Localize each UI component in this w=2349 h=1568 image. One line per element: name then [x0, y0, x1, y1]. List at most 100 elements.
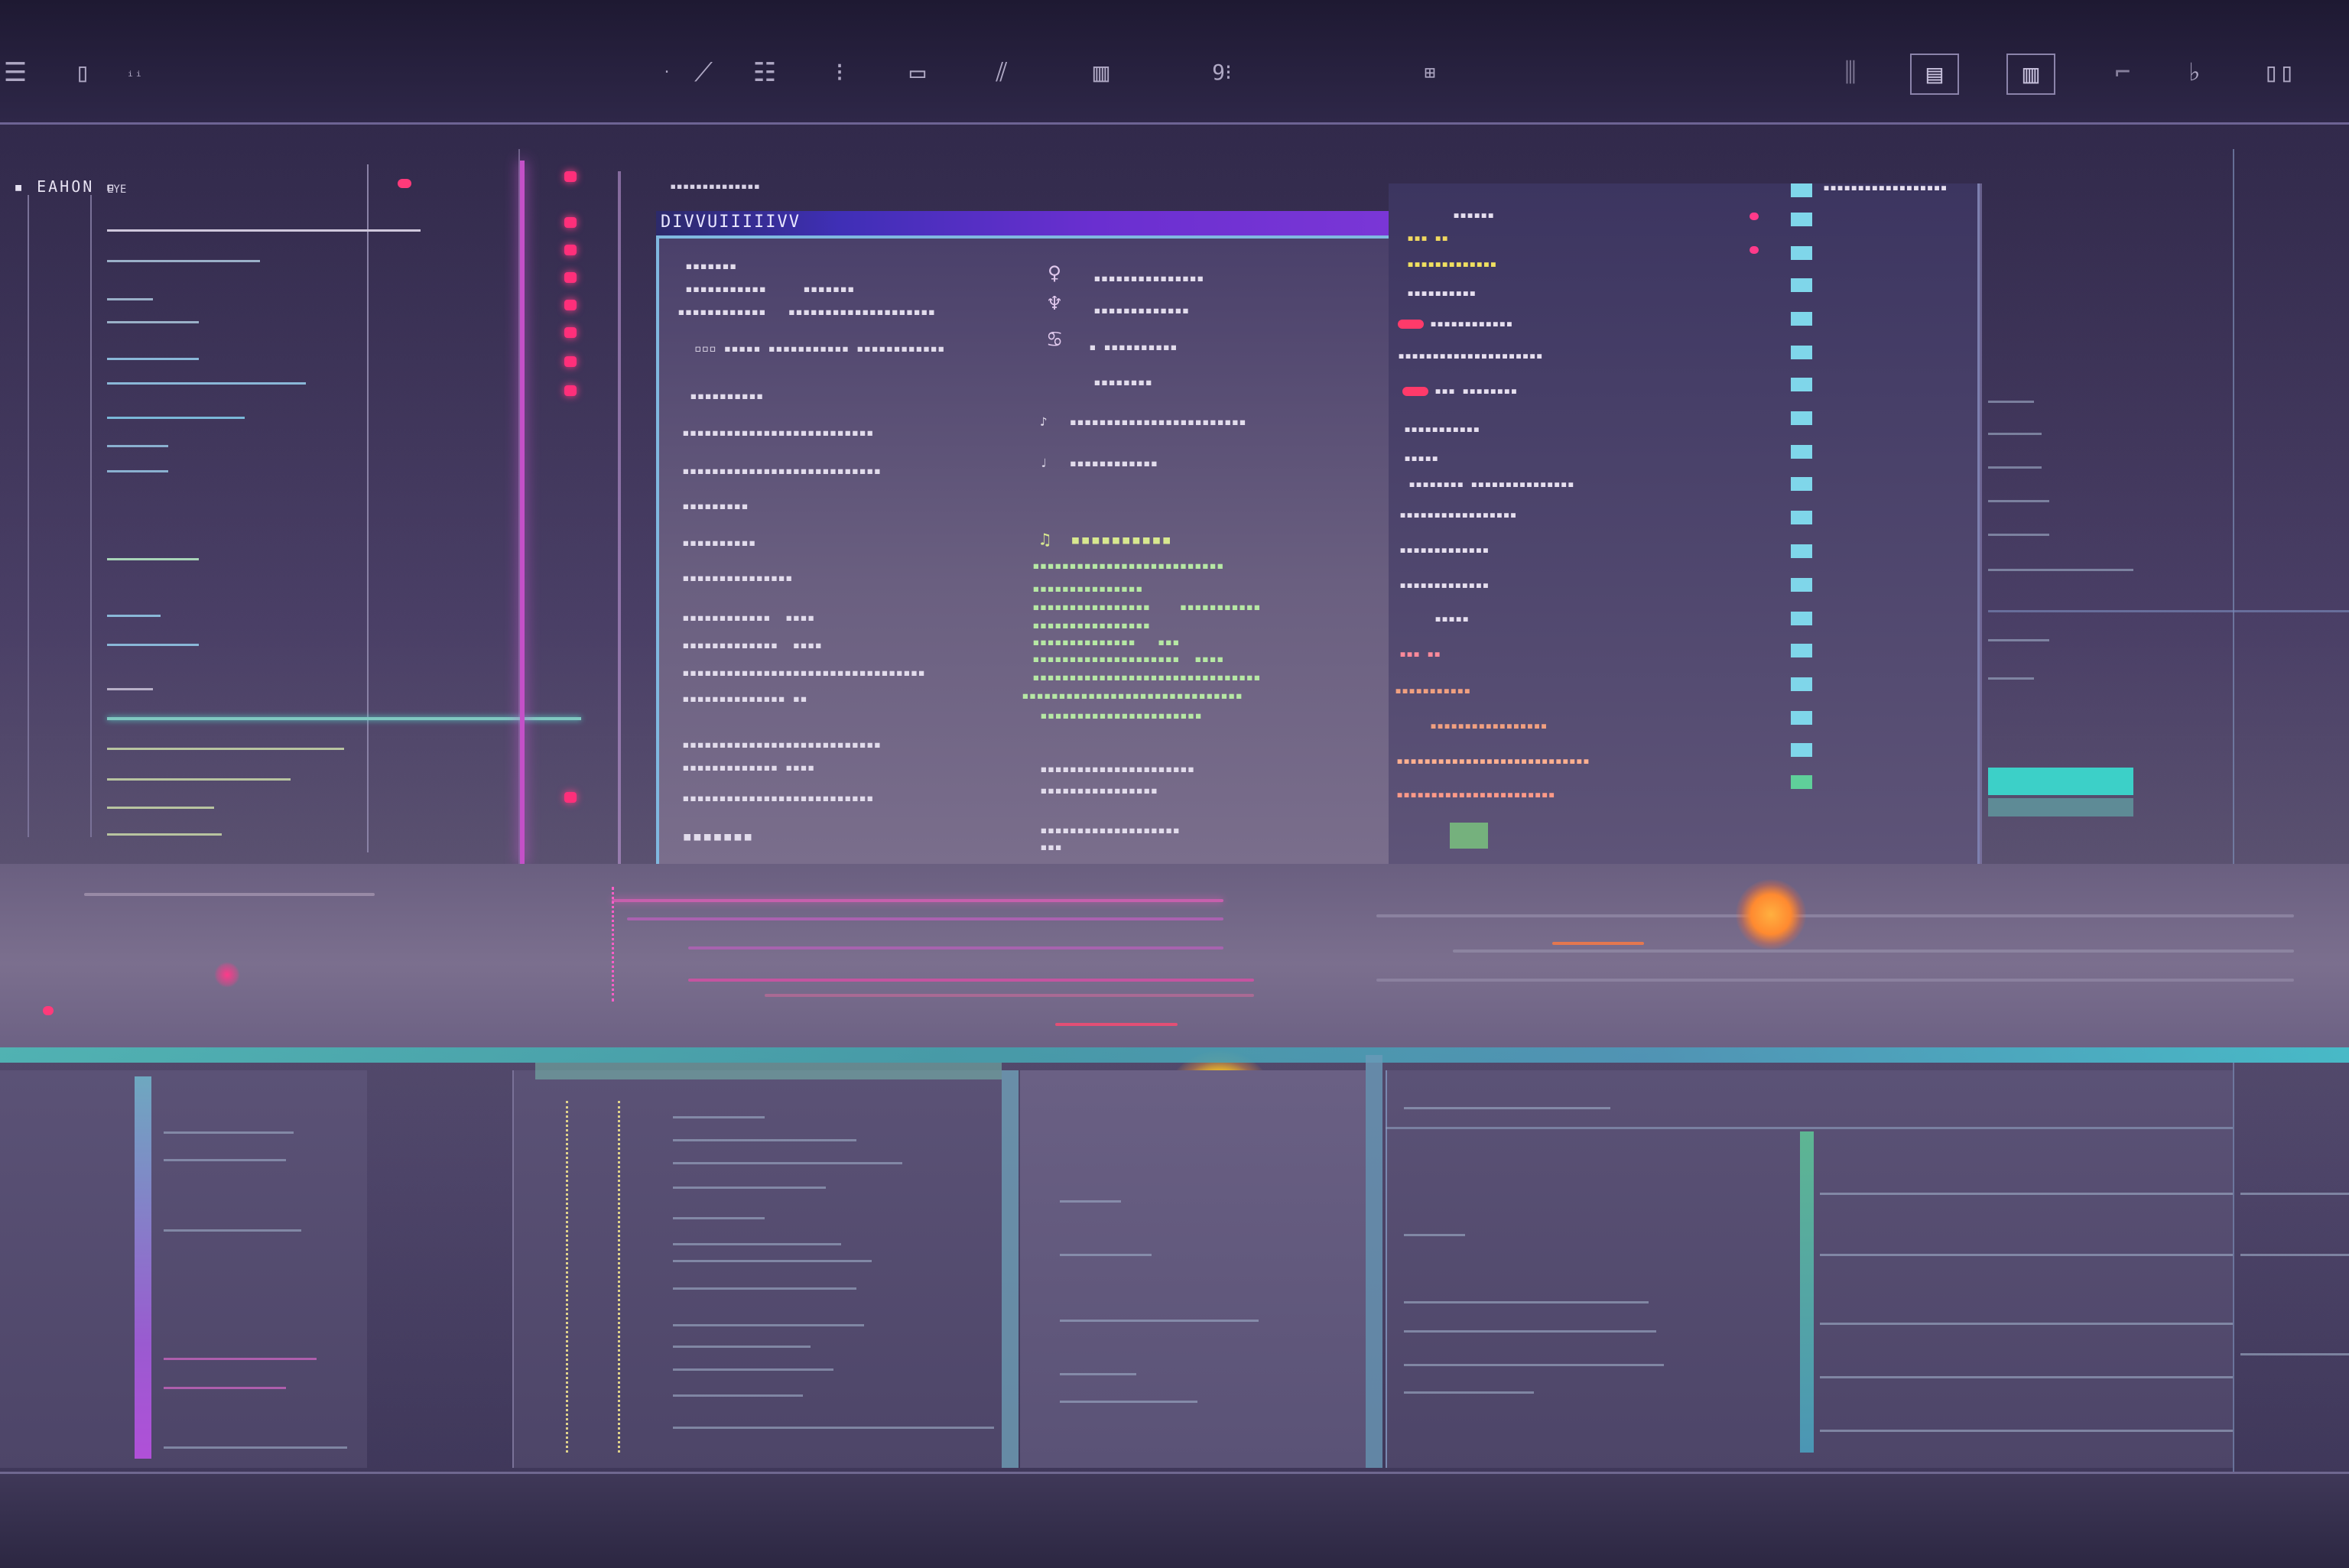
row-indicator[interactable] — [1791, 346, 1812, 359]
scrollbar[interactable] — [1366, 1055, 1382, 1468]
brush-icon[interactable]: ⟋ — [688, 54, 719, 92]
list-item[interactable] — [1988, 466, 2042, 469]
timeline-track[interactable] — [688, 979, 1254, 982]
list-item[interactable] — [107, 445, 168, 447]
row-indicator[interactable] — [1791, 743, 1812, 757]
row-indicator[interactable] — [1791, 312, 1812, 326]
list-item[interactable]: ▪▪▪▪▪ — [1434, 612, 1469, 625]
timeline-clip[interactable] — [1552, 942, 1644, 945]
marker-dot[interactable] — [564, 245, 577, 255]
marker-dot[interactable] — [564, 385, 577, 396]
list-item[interactable] — [1060, 1401, 1197, 1403]
marker-dot[interactable] — [564, 217, 577, 228]
list-item[interactable] — [1060, 1200, 1121, 1203]
list-item[interactable]: ▪▪▪▪▪▪ — [1453, 208, 1494, 222]
record-indicator[interactable] — [214, 962, 240, 988]
list-item[interactable]: ▪▪▪▪▪▪▪▪ ▪▪▪▪▪▪▪▪▪▪▪▪▪▪▪ — [1408, 477, 1574, 491]
list-item[interactable] — [1404, 1301, 1649, 1303]
list-item[interactable] — [164, 1446, 347, 1449]
list-item[interactable] — [107, 558, 199, 560]
marker-dot[interactable] — [564, 272, 577, 283]
code-line[interactable] — [673, 1346, 811, 1348]
list-item[interactable] — [164, 1358, 317, 1360]
timeline-track[interactable] — [627, 917, 1223, 920]
row-indicator[interactable] — [1791, 477, 1812, 491]
row-indicator[interactable] — [1791, 183, 1812, 197]
timeline-track[interactable] — [612, 899, 1223, 902]
list-item[interactable] — [1988, 433, 2042, 435]
list-item[interactable]: ▪▪▪▪▪▪▪▪▪▪▪▪▪▪▪▪▪▪▪▪▪▪▪▪▪▪▪▪ — [1396, 754, 1590, 768]
list-item[interactable] — [1404, 1234, 1465, 1236]
marker-dot[interactable] — [564, 327, 577, 338]
list-item[interactable] — [1820, 1254, 2233, 1256]
scroll-rail[interactable] — [1977, 183, 1982, 872]
row-indicator[interactable] — [1791, 445, 1812, 459]
list-item[interactable]: ▪▪▪▪▪ — [1404, 451, 1438, 465]
list-item[interactable] — [107, 748, 344, 750]
flag-icon[interactable]: ⌐ — [2107, 54, 2138, 92]
bars-icon[interactable]: ▥ — [2006, 54, 2055, 95]
row-indicator[interactable] — [1791, 544, 1812, 558]
list-item[interactable] — [1404, 1391, 1534, 1394]
row-indicator[interactable] — [1791, 378, 1812, 391]
marker-dot[interactable] — [564, 356, 577, 367]
row-indicator[interactable] — [1791, 578, 1812, 592]
list-item[interactable] — [1988, 500, 2049, 502]
row-indicator[interactable] — [1791, 278, 1812, 292]
list-item[interactable] — [1988, 677, 2034, 680]
list-item[interactable] — [164, 1131, 294, 1134]
list-item[interactable] — [107, 807, 214, 809]
list-item[interactable] — [1988, 569, 2133, 571]
list-item[interactable] — [107, 358, 199, 360]
list-item[interactable] — [2240, 1254, 2349, 1256]
code-line[interactable] — [673, 1368, 833, 1371]
code-line[interactable] — [673, 1427, 994, 1429]
marker-dot[interactable] — [564, 171, 577, 182]
list-item[interactable] — [2240, 1353, 2349, 1355]
list-item[interactable]: ▪▪▪▪▪▪▪▪▪▪▪ — [1404, 422, 1480, 436]
list-item-selected[interactable] — [107, 717, 581, 720]
list-item[interactable]: ▪▪▪▪▪▪▪▪▪▪▪▪▪ — [1399, 543, 1489, 557]
list-item[interactable] — [107, 778, 291, 781]
code-line[interactable] — [673, 1394, 803, 1397]
code-line[interactable] — [673, 1260, 872, 1262]
list-item[interactable]: ▪▪▪▪▪▪▪▪▪▪▪▪▪ — [1399, 578, 1489, 592]
row-indicator[interactable] — [1791, 612, 1812, 625]
timeline-track[interactable] — [1376, 979, 2294, 982]
list-item[interactable] — [107, 688, 153, 690]
timeline-track[interactable] — [1376, 914, 2294, 917]
panel-icon[interactable]: ▯ — [67, 54, 98, 92]
row-indicator[interactable] — [1791, 246, 1812, 260]
list-item[interactable]: ▪▪▪▪▪▪▪▪▪▪▪▪▪▪▪▪▪ — [1430, 719, 1548, 732]
frame-icon[interactable]: ▭ — [902, 54, 933, 92]
list-item[interactable]: ▪▪▪▪▪▪▪▪▪▪ — [1407, 286, 1476, 300]
list-item[interactable] — [164, 1159, 286, 1161]
list-item[interactable] — [1988, 534, 2049, 536]
timeline-track[interactable] — [1453, 950, 2294, 953]
list-item[interactable]: ▪▪▪ ▪▪ — [1407, 231, 1448, 245]
timeline-clip[interactable] — [1055, 1023, 1178, 1026]
menu-icon[interactable]: ☰ — [0, 54, 31, 92]
marker-dot[interactable] — [564, 792, 577, 803]
tool-icon[interactable]: ⫽ — [986, 54, 1017, 92]
code-line[interactable] — [673, 1217, 765, 1219]
code-line[interactable] — [673, 1139, 856, 1141]
pin-icon[interactable]: ⁝ — [824, 54, 855, 92]
window-icon[interactable]: ▯▯ — [2263, 54, 2295, 92]
list-item[interactable] — [107, 833, 222, 836]
list-item[interactable] — [1820, 1193, 2233, 1195]
marker-dot[interactable] — [564, 300, 577, 310]
list-item[interactable]: ▪▪▪▪▪▪▪▪▪▪▪▪▪▪▪▪▪ — [1399, 508, 1517, 521]
list-item[interactable]: ▪▪▪▪▪▪▪▪▪▪▪▪ — [1398, 317, 1512, 330]
code-line[interactable] — [673, 1162, 902, 1164]
list-item[interactable] — [1404, 1107, 1610, 1109]
list-item[interactable]: ▪▪▪▪▪▪▪▪▪▪▪▪▪▪▪▪▪▪▪▪▪▪▪ — [1396, 787, 1555, 801]
row-indicator[interactable] — [1791, 711, 1812, 725]
list-item[interactable] — [107, 321, 199, 323]
row-indicator[interactable] — [1791, 677, 1812, 691]
list-item[interactable] — [107, 615, 161, 617]
list-item[interactable] — [1988, 401, 2034, 403]
list-item[interactable] — [1820, 1376, 2233, 1378]
marker-dot[interactable] — [43, 1006, 54, 1015]
list-item[interactable]: ▪▪▪▪▪▪▪▪▪▪▪▪▪▪▪▪▪▪▪▪▪ — [1398, 349, 1543, 362]
